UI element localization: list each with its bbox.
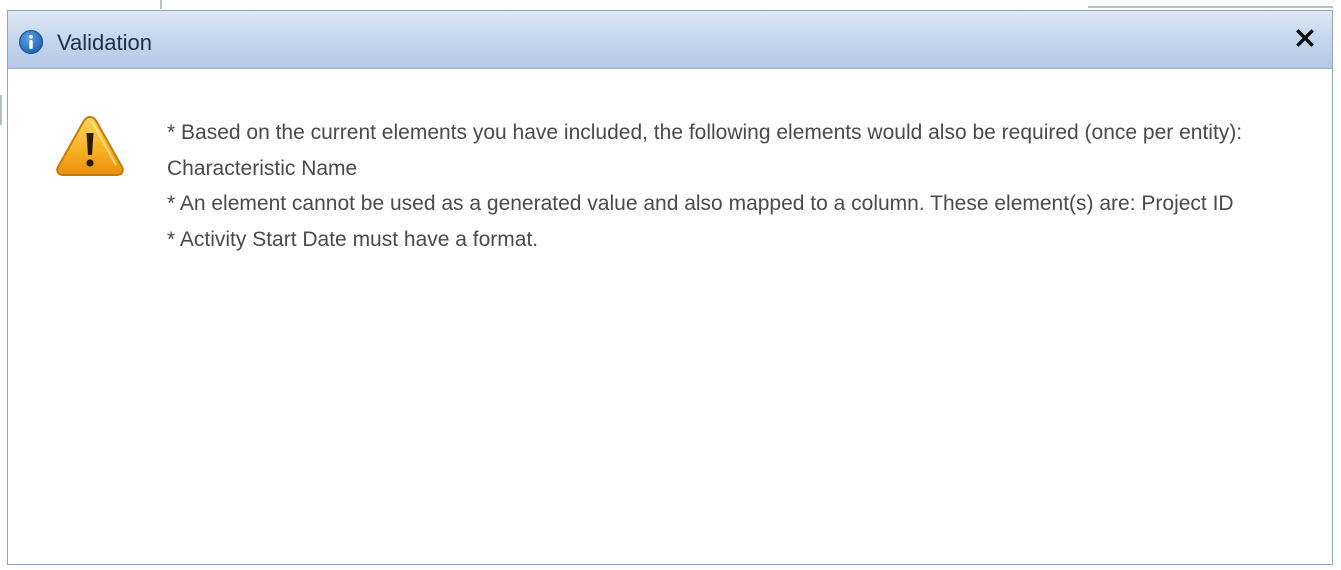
background-edge — [160, 0, 162, 9]
dialog-title: Validation — [57, 30, 152, 55]
background-edge — [1088, 6, 1333, 8]
dialog-titlebar[interactable]: Validation — [8, 11, 1332, 69]
info-icon — [19, 30, 43, 54]
validation-message: * Based on the current elements you have… — [167, 121, 1243, 180]
background-edge — [0, 95, 2, 125]
validation-messages: * Based on the current elements you have… — [167, 115, 1247, 257]
validation-dialog: Validation * Based on the current elemen… — [7, 10, 1333, 565]
close-icon — [1296, 28, 1314, 52]
validation-message: * An element cannot be used as a generat… — [167, 192, 1234, 215]
warning-icon — [54, 113, 126, 179]
close-button[interactable] — [1290, 25, 1320, 55]
validation-message: * Activity Start Date must have a format… — [167, 227, 539, 251]
dialog-body: * Based on the current elements you have… — [8, 69, 1332, 564]
